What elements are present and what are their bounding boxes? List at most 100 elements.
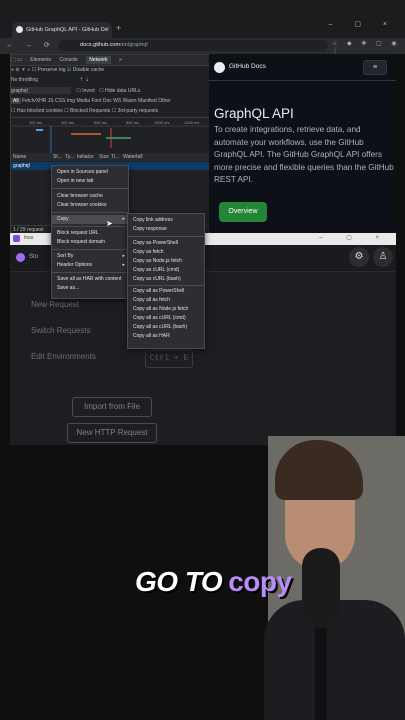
github-logo-icon[interactable] (214, 62, 225, 73)
copy-all-powershell[interactable]: Copy all as PowerShell (128, 287, 204, 296)
app-window-controls[interactable]: – ▢ × (319, 234, 390, 241)
menu-divider (128, 236, 204, 237)
page-intro: To create integrations, retrieve data, a… (214, 125, 394, 184)
copy-as-fetch[interactable]: Copy as fetch (128, 248, 204, 257)
timeline-overview[interactable]: 200 ms 400 ms 600 ms 800 ms 1000 ms 1200… (11, 117, 209, 155)
menu-clear-cache[interactable]: Clear browser cache (52, 192, 128, 201)
col-initiator[interactable]: Initiator (77, 153, 99, 161)
hamburger-menu-icon[interactable]: ≡ (363, 60, 387, 75)
menu-header-options[interactable]: Header Options ▸ (52, 261, 128, 270)
new-tab-button[interactable]: + (116, 23, 121, 33)
copy-as-curl-cmd[interactable]: Copy as cURL (cmd) (128, 266, 204, 275)
type-ws[interactable]: WS (113, 98, 121, 104)
devtools-select-icon[interactable]: ⬚ ▭ (11, 57, 22, 63)
copy-as-powershell[interactable]: Copy as PowerShell (128, 239, 204, 248)
clear-icon[interactable]: ⊘ (15, 67, 19, 73)
menu-block-url[interactable]: Block request URL (52, 229, 128, 238)
type-manifest[interactable]: Manifest (138, 98, 157, 104)
window-controls[interactable]: – ▢ × (329, 20, 397, 28)
filter-input[interactable]: graphql (11, 87, 71, 95)
docs-brand[interactable]: GitHub Docs (229, 63, 266, 70)
type-wasm[interactable]: Wasm (123, 98, 137, 104)
col-waterfall[interactable]: Waterfall (123, 154, 143, 160)
request-table-header: Name St... Ty... Initiator Size Ti... Waterfal… (11, 153, 209, 161)
copy-all-har[interactable]: Copy all as HAR (128, 332, 204, 341)
app-name[interactable]: Sto (29, 254, 38, 260)
url-path: /en/graphql (120, 42, 148, 48)
col-status[interactable]: St... (53, 153, 65, 161)
new-http-request-button[interactable]: New HTTP Request (67, 423, 157, 443)
copy-all-fetch[interactable]: Copy all as fetch (128, 296, 204, 305)
context-menu: Open in Sources panel Open in new tab Cl… (51, 165, 129, 299)
download-icon[interactable]: ⇣ (85, 77, 89, 83)
copy-as-curl-bash[interactable]: Copy as cURL (bash) (128, 275, 204, 284)
chevron-right-icon: ▸ (122, 253, 125, 259)
menu-open-sources[interactable]: Open in Sources panel (52, 168, 128, 177)
hide-data-urls-checkbox[interactable]: ☐ (99, 88, 103, 94)
copy-link-address[interactable]: Copy link address (128, 216, 204, 225)
copy-all-node-fetch[interactable]: Copy all as Node.js fetch (128, 305, 204, 314)
menu-clear-cookies[interactable]: Clear browser cookies (52, 201, 128, 210)
address-bar[interactable]: docs.github.com/en/graphql (58, 40, 328, 51)
third-party-checkbox[interactable]: ☐ (112, 108, 116, 114)
app-logo-icon[interactable] (16, 253, 25, 262)
extension-icons[interactable]: ☆ ◆ ✚ ▢ ◉ ⋮ (332, 40, 405, 54)
edit-environments-link[interactable]: Edit Environments (31, 352, 96, 361)
filter-icon[interactable]: ▼ (21, 67, 26, 73)
video-caption: GO TO copy (135, 566, 292, 598)
invert-checkbox[interactable]: ☐ (76, 88, 80, 94)
type-media[interactable]: Media (76, 98, 90, 104)
copy-all-curl-bash[interactable]: Copy all as cURL (bash) (128, 323, 204, 332)
menu-divider (128, 285, 204, 286)
menu-open-new-tab[interactable]: Open in new tab (52, 177, 128, 186)
filter-row: graphql ☐ Invert ☐ Hide data URLs (11, 87, 209, 96)
type-fetch[interactable]: Fetch/XHR (22, 98, 46, 104)
user-icon[interactable]: ♙ (373, 247, 393, 267)
menu-block-domain[interactable]: Block request domain (52, 238, 128, 247)
record-icon[interactable]: ● (11, 67, 14, 73)
type-css[interactable]: CSS (55, 98, 65, 104)
blocked-cookies-label: Has blocked cookies (16, 108, 63, 114)
overview-button[interactable]: Overview (219, 202, 267, 222)
tick-200: 200 ms (29, 120, 42, 125)
disable-cache-checkbox[interactable]: ☑ (67, 67, 71, 73)
upload-icon[interactable]: ⇡ (79, 77, 83, 83)
blocked-cookies-checkbox[interactable]: ☐ (11, 108, 15, 114)
tab-more[interactable]: » (119, 57, 122, 63)
tab-network[interactable]: Network (86, 56, 111, 64)
type-doc[interactable]: Doc (103, 98, 112, 104)
type-other[interactable]: Other (158, 98, 171, 104)
type-js[interactable]: JS (48, 98, 54, 104)
blocked-requests-checkbox[interactable]: ☐ (64, 108, 68, 114)
type-font[interactable]: Font (91, 98, 101, 104)
throttling-select[interactable]: No throttling (11, 77, 38, 83)
browser-tab[interactable]: GitHub GraphQL API - GitHub Do × (12, 22, 112, 38)
tab-elements[interactable]: Elements (30, 57, 51, 63)
import-from-file-button[interactable]: Import from File (72, 397, 152, 417)
type-all[interactable]: All (11, 98, 21, 104)
timeline-chart: 200 ms 400 ms 600 ms 800 ms 1000 ms 1200… (11, 120, 209, 154)
switch-requests-link[interactable]: Switch Requests (31, 326, 91, 335)
preserve-log-checkbox[interactable]: ☐ (32, 67, 36, 73)
type-img[interactable]: Img (67, 98, 75, 104)
tab-console[interactable]: Console (59, 57, 77, 63)
menu-divider (52, 212, 128, 213)
search-icon[interactable]: ⌕ (27, 67, 30, 73)
col-time[interactable]: Ti... (111, 153, 123, 161)
menu-copy[interactable]: Copy ▸ (52, 215, 128, 224)
gear-icon[interactable]: ⚙ (349, 247, 369, 267)
copy-response[interactable]: Copy response (128, 225, 204, 234)
new-request-link[interactable]: New Request (31, 300, 79, 309)
copy-all-curl-cmd[interactable]: Copy all as cURL (cmd) (128, 314, 204, 323)
tab-close-icon[interactable]: × (105, 22, 109, 38)
col-name[interactable]: Name (13, 153, 53, 161)
copy-as-node-fetch[interactable]: Copy as Node.js fetch (128, 257, 204, 266)
hide-data-urls-label: Hide data URLs (105, 88, 141, 94)
chevron-right-icon: ▸ (122, 262, 125, 268)
menu-sort-by[interactable]: Sort By ▸ (52, 252, 128, 261)
copy-submenu: Copy link address Copy response Copy as … (127, 213, 205, 349)
menu-save-har[interactable]: Save all as HAR with content (52, 275, 128, 284)
col-type[interactable]: Ty... (65, 153, 77, 161)
col-size[interactable]: Size (99, 153, 111, 161)
menu-save-as[interactable]: Save as... (52, 284, 128, 293)
